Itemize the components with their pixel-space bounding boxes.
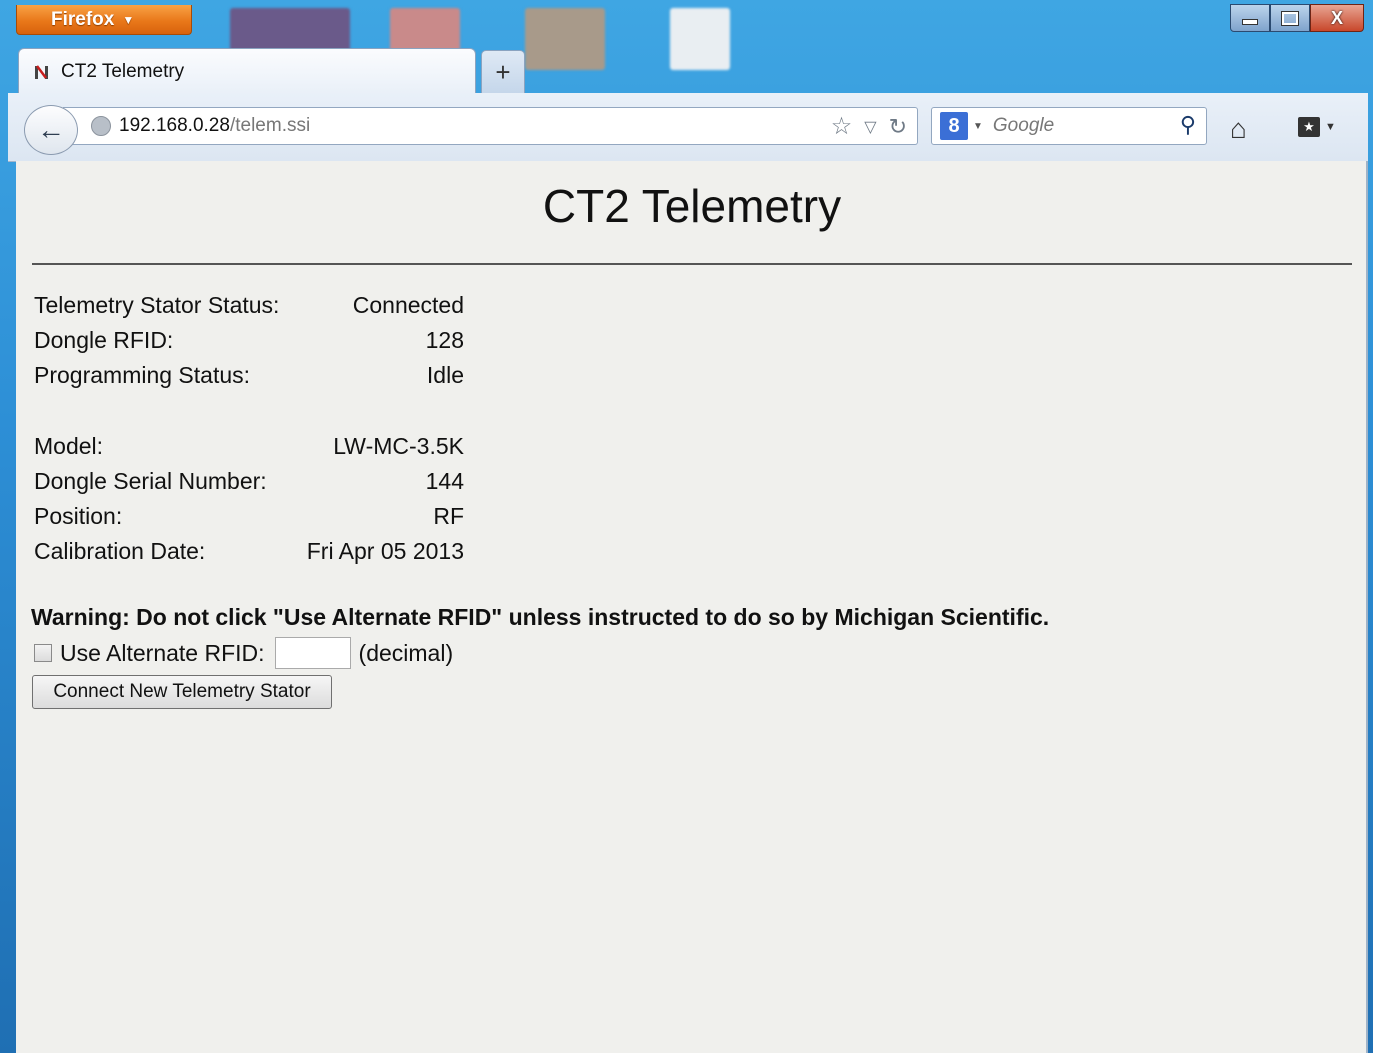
info-value: 144 — [425, 468, 464, 494]
minimize-button[interactable] — [1230, 4, 1270, 32]
search-icon[interactable]: ⚲ — [1180, 112, 1196, 138]
close-icon: X — [1330, 7, 1343, 28]
status-label: Dongle RFID: — [34, 327, 174, 353]
info-value: RF — [433, 503, 464, 529]
search-bar[interactable]: 8 ▼ Google ⚲ — [931, 107, 1207, 145]
status-value: 128 — [425, 327, 464, 353]
firefox-menu-label: Firefox — [51, 8, 115, 30]
page-title: CT2 Telemetry — [542, 180, 842, 232]
maximize-icon — [1281, 10, 1299, 26]
home-icon[interactable]: ⌂ — [1230, 113, 1247, 145]
search-placeholder: Google — [992, 115, 1055, 136]
url-bar[interactable]: 192.168.0.28/telem.ssi ☆ ▽ ↻ — [63, 107, 918, 145]
status-value: Connected — [352, 292, 464, 318]
url-host: 192.168.0.28 — [119, 115, 230, 136]
info-value: Fri Apr 05 2013 — [306, 538, 464, 564]
decimal-note: (decimal) — [358, 639, 454, 666]
page-content: CT2 Telemetry Telemetry Stator Status: C… — [16, 161, 1368, 1053]
history-dropdown-icon[interactable]: ▽ — [864, 117, 876, 137]
divider — [32, 263, 1352, 265]
url-path: /telem.ssi — [229, 115, 311, 136]
firefox-menu-button[interactable]: Firefox ▼ — [16, 5, 192, 35]
chevron-down-icon: ▼ — [1325, 121, 1336, 133]
back-arrow-icon: ← — [37, 114, 65, 145]
status-row: Programming Status: Idle — [34, 362, 464, 397]
status-label: Programming Status: — [34, 362, 251, 388]
tab-title: CT2 Telemetry — [61, 60, 185, 82]
back-button[interactable]: ← — [24, 105, 78, 155]
tab-ct2-telemetry[interactable]: CT2 Telemetry — [18, 48, 476, 94]
close-window-button[interactable]: X — [1310, 4, 1364, 32]
minimize-icon — [1242, 19, 1258, 25]
navigation-toolbar: 192.168.0.28/telem.ssi ☆ ▽ ↻ ← 8 ▼ Googl… — [8, 93, 1368, 162]
status-row: Dongle RFID: 128 — [34, 327, 464, 362]
window-controls: X — [1230, 4, 1364, 32]
bookmarks-menu-button[interactable]: ★ ▼ — [1298, 117, 1336, 137]
use-alternate-rfid-checkbox[interactable] — [34, 644, 52, 662]
chevron-down-icon: ▼ — [122, 12, 135, 27]
alternate-rfid-label: Use Alternate RFID: — [60, 639, 265, 666]
url-bar-icons: ☆ ▽ ↻ — [831, 112, 907, 141]
info-value: LW-MC-3.5K — [333, 433, 464, 459]
bookmarks-icon: ★ — [1298, 117, 1320, 137]
warning-message: Warning: Do not click "Use Alternate RFI… — [31, 604, 1050, 630]
new-tab-button[interactable]: + — [481, 50, 525, 94]
bookmark-star-icon[interactable]: ☆ — [831, 112, 853, 141]
title-bar: Firefox ▼ X — [8, 0, 1368, 42]
globe-icon — [91, 116, 111, 136]
google-engine-icon[interactable]: 8 — [940, 112, 968, 140]
info-label: Calibration Date: — [34, 538, 206, 564]
info-label: Model: — [34, 433, 104, 459]
reload-icon[interactable]: ↻ — [889, 114, 907, 140]
plus-icon: + — [495, 57, 511, 87]
connect-new-telemetry-stator-button[interactable]: Connect New Telemetry Stator — [32, 675, 332, 709]
alternate-rfid-input[interactable] — [274, 637, 351, 669]
info-row: Calibration Date: Fri Apr 05 2013 — [34, 538, 464, 573]
alternate-rfid-row: Use Alternate RFID: (decimal) — [34, 637, 453, 669]
info-label: Position: — [34, 503, 123, 529]
info-label: Dongle Serial Number: — [34, 468, 267, 494]
status-section: Telemetry Stator Status: Connected Dongl… — [34, 292, 464, 397]
info-row: Model: LW-MC-3.5K — [34, 433, 464, 468]
status-row: Telemetry Stator Status: Connected — [34, 292, 464, 327]
chevron-down-icon: ▼ — [973, 120, 983, 132]
device-info-section: Model: LW-MC-3.5K Dongle Serial Number: … — [34, 433, 464, 573]
site-favicon-icon — [33, 63, 51, 81]
status-label: Telemetry Stator Status: — [34, 292, 280, 318]
info-row: Position: RF — [34, 503, 464, 538]
browser-window: Firefox ▼ X CT2 Telemetry + 192.168.0.28… — [8, 0, 1368, 1053]
status-value: Idle — [426, 362, 464, 388]
maximize-button[interactable] — [1270, 4, 1310, 32]
info-row: Dongle Serial Number: 144 — [34, 468, 464, 503]
